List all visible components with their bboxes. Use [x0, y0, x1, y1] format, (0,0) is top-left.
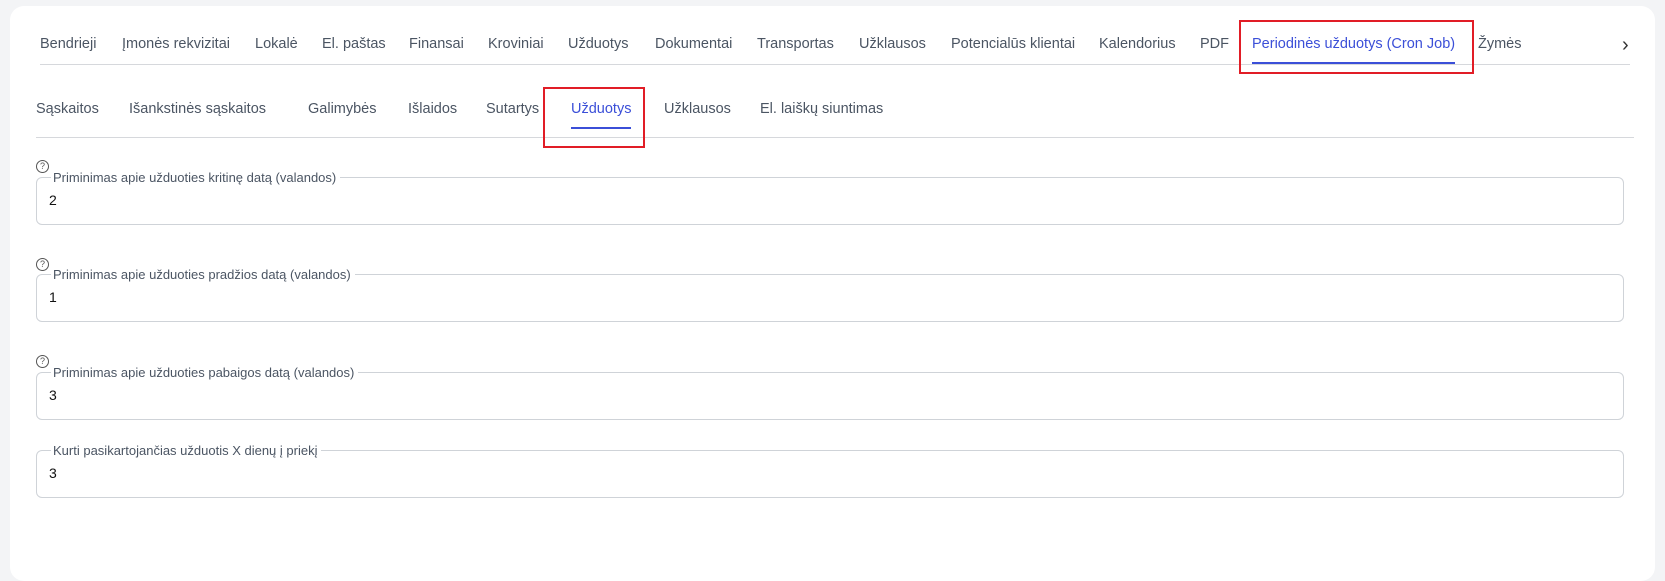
subtab-el-laisku-siuntimas[interactable]: El. laiškų siuntimas [760, 101, 883, 117]
help-icon[interactable]: ? [36, 160, 49, 173]
end-date-reminder-field: Priminimas apie užduoties pabaigos datą … [36, 365, 1624, 420]
tab-zymes[interactable]: Žymės [1478, 36, 1522, 52]
field-label: Priminimas apie užduoties pabaigos datą … [51, 365, 359, 380]
tab-imones-rekvizitai[interactable]: Įmonės rekvizitai [122, 36, 230, 52]
tab-el-pastas[interactable]: El. paštas [322, 36, 386, 52]
end-date-reminder-input[interactable] [49, 387, 1589, 403]
critical-date-reminder-input[interactable] [49, 192, 1589, 208]
tab-transportas[interactable]: Transportas [757, 36, 834, 52]
tab-periodines-uzduotys[interactable]: Periodinės užduotys (Cron Job) [1252, 36, 1456, 64]
recurring-tasks-days-input[interactable] [49, 465, 1589, 481]
subtab-sutartys[interactable]: Sutartys [486, 101, 539, 117]
field-label: Kurti pasikartojančias užduotis X dienų … [51, 443, 322, 458]
tab-finansai[interactable]: Finansai [409, 36, 464, 52]
tab-kroviniai[interactable]: Kroviniai [488, 36, 544, 52]
active-tab-indicator [1252, 62, 1456, 64]
top-tab-bar: Bendrieji Įmonės rekvizitai Lokalė El. p… [40, 6, 1630, 65]
recurring-tasks-days-field: Kurti pasikartojančias užduotis X dienų … [36, 443, 1624, 498]
sub-tab-bar: Sąskaitos Išankstinės sąskaitos Galimybė… [36, 90, 1634, 138]
tab-bendrieji[interactable]: Bendrieji [40, 36, 96, 52]
active-subtab-indicator [571, 127, 632, 129]
tab-lokale[interactable]: Lokalė [255, 36, 298, 52]
tab-uzduotys[interactable]: Užduotys [568, 36, 628, 52]
tab-pdf[interactable]: PDF [1200, 36, 1229, 52]
field-label: Priminimas apie užduoties kritinę datą (… [51, 170, 341, 185]
subtab-isankstines-saskaitos[interactable]: Išankstinės sąskaitos [129, 101, 266, 117]
settings-card: Bendrieji Įmonės rekvizitai Lokalė El. p… [10, 6, 1655, 581]
field-label: Priminimas apie užduoties pradžios datą … [51, 267, 355, 282]
chevron-right-icon[interactable]: › [1622, 34, 1629, 57]
subtab-galimybes[interactable]: Galimybės [308, 101, 377, 117]
tab-uzklausos[interactable]: Užklausos [859, 36, 926, 52]
subtab-islaidos[interactable]: Išlaidos [408, 101, 457, 117]
critical-date-reminder-field: Priminimas apie užduoties kritinę datą (… [36, 170, 1624, 225]
subtab-uzduotys[interactable]: Užduotys [571, 101, 632, 129]
tab-dokumentai[interactable]: Dokumentai [655, 36, 732, 52]
help-icon[interactable]: ? [36, 258, 49, 271]
subtab-uzklausos[interactable]: Užklausos [664, 101, 731, 117]
start-date-reminder-input[interactable] [49, 289, 1589, 305]
subtab-saskaitos[interactable]: Sąskaitos [36, 101, 99, 117]
tab-kalendorius[interactable]: Kalendorius [1099, 36, 1176, 52]
tab-potencialus-klientai[interactable]: Potencialūs klientai [951, 36, 1075, 52]
start-date-reminder-field: Priminimas apie užduoties pradžios datą … [36, 267, 1624, 322]
help-icon[interactable]: ? [36, 355, 49, 368]
